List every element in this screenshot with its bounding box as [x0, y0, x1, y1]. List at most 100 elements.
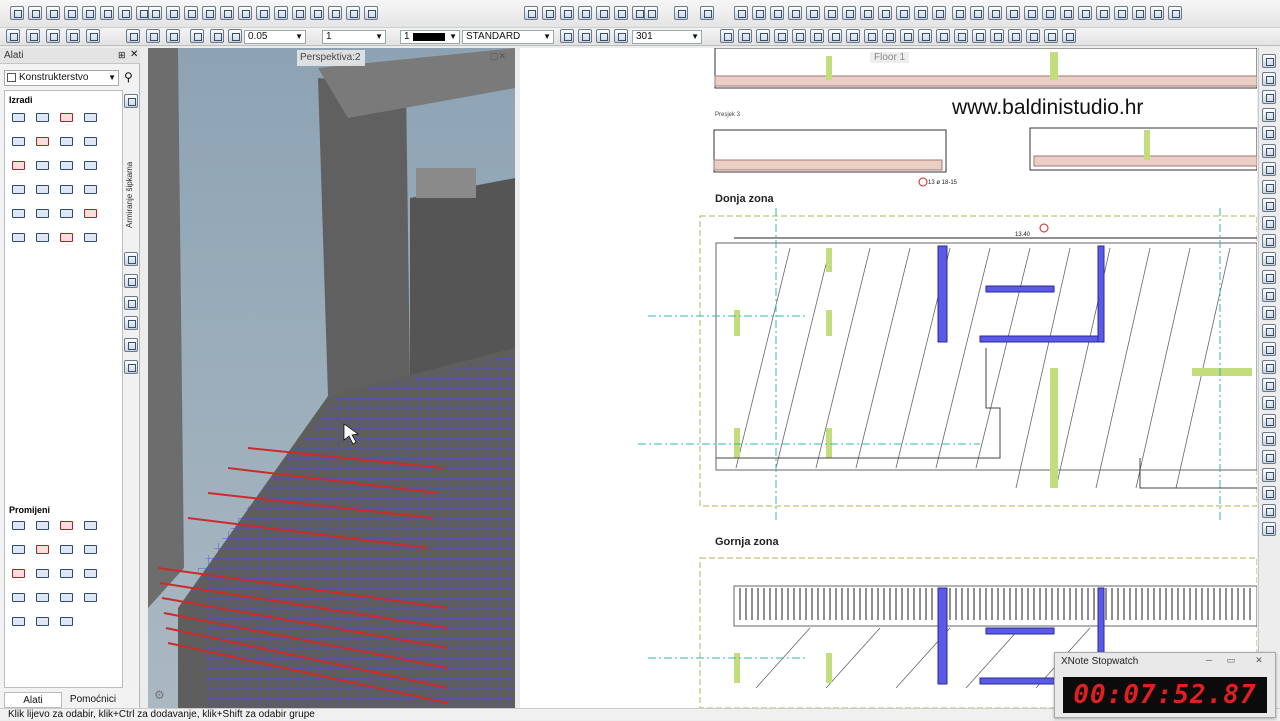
main-tool-icon[interactable]	[560, 6, 574, 20]
main-tool-icon[interactable]	[1150, 6, 1164, 20]
side-tool-icon[interactable]	[1262, 198, 1276, 212]
main-tool-icon[interactable]	[1078, 6, 1092, 20]
tab-tools[interactable]: Alati	[4, 692, 62, 708]
main-tool-icon[interactable]	[524, 6, 538, 20]
panel-tab-icon[interactable]	[124, 360, 138, 374]
rebar-tool-icon[interactable]	[59, 135, 75, 149]
main-tool-icon[interactable]	[1132, 6, 1146, 20]
main-tool-icon[interactable]	[202, 6, 216, 20]
search-icon[interactable]: ⚲	[124, 70, 133, 84]
side-tool-icon[interactable]	[1262, 522, 1276, 536]
rebar-tool-icon[interactable]	[11, 543, 27, 557]
main-tool-icon[interactable]	[1042, 6, 1056, 20]
main-tool-icon[interactable]	[842, 6, 856, 20]
format-tool-icon[interactable]	[6, 29, 20, 43]
main-tool-icon[interactable]	[82, 6, 96, 20]
main-tool-icon[interactable]	[770, 6, 784, 20]
rebar-tool-icon[interactable]	[11, 183, 27, 197]
format-tool-icon[interactable]	[190, 29, 204, 43]
side-tool-icon[interactable]	[1262, 414, 1276, 428]
panel-tab-icon[interactable]	[124, 274, 138, 288]
line-type-select[interactable]: 1 ▼	[322, 30, 386, 44]
format-tool-icon[interactable]	[936, 29, 950, 43]
format-tool-icon[interactable]	[86, 29, 100, 43]
format-tool-icon[interactable]	[864, 29, 878, 43]
rebar-tool-icon[interactable]	[59, 591, 75, 605]
main-tool-icon[interactable]	[220, 6, 234, 20]
main-tool-icon[interactable]	[932, 6, 946, 20]
main-tool-icon[interactable]	[860, 6, 874, 20]
rebar-tool-icon[interactable]	[59, 519, 75, 533]
perspective-viewport[interactable]	[148, 48, 515, 708]
stopwatch-window[interactable]: XNote Stopwatch ─ ▭ ✕ 00:07:52.87	[1054, 652, 1276, 718]
rebar-tool-icon[interactable]	[35, 543, 51, 557]
layer-select[interactable]: STANDARD ▼	[462, 30, 554, 44]
panel-tab-icon[interactable]	[124, 94, 138, 108]
format-tool-icon[interactable]	[756, 29, 770, 43]
rebar-tool-icon[interactable]	[59, 615, 75, 629]
main-tool-icon[interactable]	[806, 6, 820, 20]
scale-select[interactable]: 301 ▼	[632, 30, 702, 44]
main-tool-icon[interactable]	[878, 6, 892, 20]
format-tool-icon[interactable]	[614, 29, 628, 43]
main-tool-icon[interactable]	[1096, 6, 1110, 20]
main-tool-icon[interactable]	[10, 6, 24, 20]
plan-drawing[interactable]	[520, 48, 1257, 708]
main-tool-icon[interactable]	[148, 6, 162, 20]
format-tool-icon[interactable]	[774, 29, 788, 43]
format-tool-icon[interactable]	[560, 29, 574, 43]
side-tool-icon[interactable]	[1262, 396, 1276, 410]
main-tool-icon[interactable]	[674, 6, 688, 20]
rebar-tool-icon[interactable]	[11, 159, 27, 173]
side-tool-icon[interactable]	[1262, 504, 1276, 518]
side-tool-icon[interactable]	[1262, 54, 1276, 68]
side-tool-icon[interactable]	[1262, 378, 1276, 392]
main-tool-icon[interactable]	[644, 6, 658, 20]
side-tool-icon[interactable]	[1262, 450, 1276, 464]
format-tool-icon[interactable]	[66, 29, 80, 43]
main-tool-icon[interactable]	[46, 6, 60, 20]
format-tool-icon[interactable]	[578, 29, 592, 43]
rebar-tool-icon[interactable]	[11, 567, 27, 581]
format-tool-icon[interactable]	[210, 29, 224, 43]
rebar-tool-icon[interactable]	[35, 231, 51, 245]
format-tool-icon[interactable]	[166, 29, 180, 43]
side-tool-icon[interactable]	[1262, 90, 1276, 104]
rebar-tool-icon[interactable]	[35, 615, 51, 629]
rebar-tool-icon[interactable]	[11, 519, 27, 533]
main-tool-icon[interactable]	[166, 6, 180, 20]
side-tool-icon[interactable]	[1262, 288, 1276, 302]
viewport-nav-icon[interactable]: ⚙	[154, 688, 165, 702]
main-tool-icon[interactable]	[614, 6, 628, 20]
side-tool-icon[interactable]	[1262, 252, 1276, 266]
pin-icon[interactable]: ⊞	[118, 50, 126, 61]
main-tool-icon[interactable]	[238, 6, 252, 20]
main-tool-icon[interactable]	[118, 6, 132, 20]
panel-tab-icon[interactable]	[124, 338, 138, 352]
main-tool-icon[interactable]	[734, 6, 748, 20]
side-tool-icon[interactable]	[1262, 486, 1276, 500]
main-tool-icon[interactable]	[328, 6, 342, 20]
main-tool-icon[interactable]	[700, 6, 714, 20]
main-tool-icon[interactable]	[1114, 6, 1128, 20]
main-tool-icon[interactable]	[1006, 6, 1020, 20]
rebar-tool-icon[interactable]	[11, 111, 27, 125]
rebar-tool-icon[interactable]	[83, 207, 99, 221]
main-tool-icon[interactable]	[752, 6, 766, 20]
main-tool-icon[interactable]	[824, 6, 838, 20]
rebar-tool-icon[interactable]	[35, 135, 51, 149]
main-tool-icon[interactable]	[596, 6, 610, 20]
rebar-tool-icon[interactable]	[83, 159, 99, 173]
format-tool-icon[interactable]	[1008, 29, 1022, 43]
format-tool-icon[interactable]	[1026, 29, 1040, 43]
side-tool-icon[interactable]	[1262, 342, 1276, 356]
line-width-select[interactable]: 0.05 ▼	[244, 30, 306, 44]
format-tool-icon[interactable]	[126, 29, 140, 43]
side-tool-icon[interactable]	[1262, 72, 1276, 86]
close-icon[interactable]: ✕	[1251, 655, 1267, 667]
side-tool-icon[interactable]	[1262, 126, 1276, 140]
rebar-tool-icon[interactable]	[11, 591, 27, 605]
panel-tab-icon[interactable]	[124, 252, 138, 266]
main-tool-icon[interactable]	[578, 6, 592, 20]
format-tool-icon[interactable]	[46, 29, 60, 43]
